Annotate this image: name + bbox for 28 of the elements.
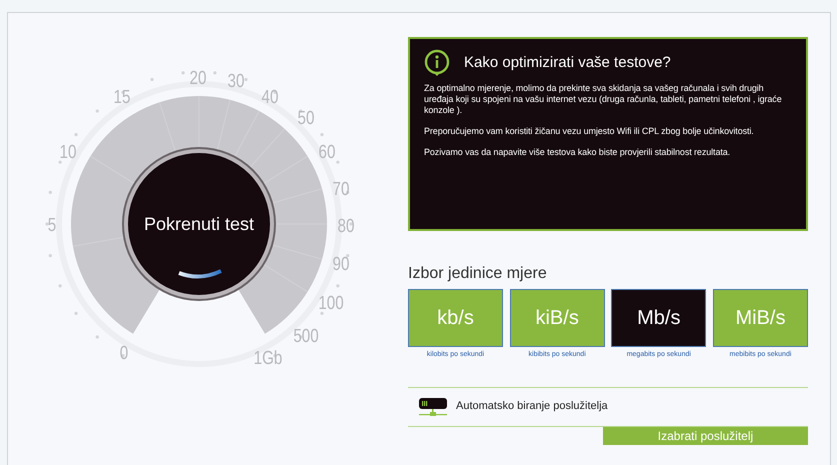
info-icon [424,49,450,77]
scale-label: 60 [318,140,336,162]
scale-label: 70 [332,177,350,200]
scale-label: 0 [120,341,128,364]
server-label: Automatsko biranje poslužitelja [456,399,608,414]
tips-paragraph: Preporučujemo vam koristiti žičanu vezu umjesto Wifi ili CPL zbog bolje učinkovitosti. [424,126,755,137]
tips-paragraph: Za optimalno mjerenje, molimo da prekinte sva skidanja sa vašeg računala i svih drugih uređaja koji su spojeni na vašu internet vezu (druga računla, tableti, pametni telefoni , igraće konzole ). [424,83,783,116]
unit-option[interactable]: MiB/s [712,289,808,347]
scale-label: 90 [332,252,350,274]
scale-label: 15 [114,85,130,108]
unit-option[interactable]: kiB/s [510,289,605,347]
scale-label: 80 [338,214,354,236]
unit-option[interactable]: Mb/s [611,289,706,347]
choose-server-button[interactable]: Izabrati poslužitelj [603,426,808,444]
scale-label: 10 [60,140,76,162]
scale-label: 30 [228,69,244,92]
unit-option[interactable]: kb/s [408,289,503,347]
scale-label: 20 [190,66,206,88]
scale-label: 100 [318,291,344,314]
scale-label: 500 [293,324,319,346]
scale-label: 1Gb [254,346,282,368]
units-heading: Izbor jedinice mjere [408,264,548,284]
scale-label: 50 [298,106,314,128]
scale-label: 5 [48,213,56,236]
tips-paragraph: Pozivamo vas da napavite više testova kako biste provjerili stabilnost rezultata. [424,147,732,158]
server-icon [418,396,448,418]
tips-title: Kako optimizirati vaše testove? [464,52,671,73]
scale-label: 40 [262,85,278,108]
